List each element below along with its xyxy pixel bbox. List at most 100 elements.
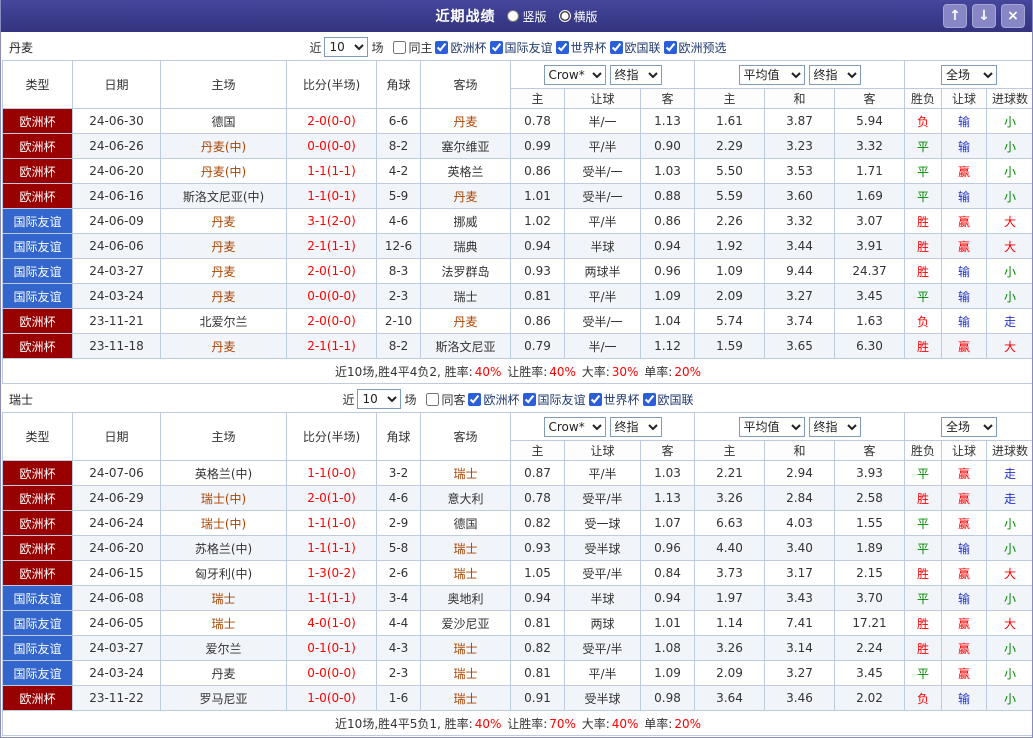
match-score: 1-0(0-0) [286, 685, 377, 711]
avg-home-odds: 1.92 [694, 233, 765, 259]
result-win-draw-loss: 平 [904, 460, 943, 486]
competition-checkbox-3[interactable]: 欧国联 [609, 39, 661, 56]
summary-percent: 70% [549, 716, 576, 731]
handicap-line: 受半/一 [564, 158, 641, 184]
close-button[interactable]: × [1001, 4, 1025, 28]
avg-away-odds: 1.89 [833, 535, 906, 561]
handicap-line: 受一球 [564, 510, 641, 536]
avg-company-select[interactable]: 平均值 [738, 64, 805, 85]
vertical-layout-radio[interactable] [507, 10, 520, 22]
result-goals: 大 [986, 333, 1032, 359]
handicap-away-odds: 0.90 [640, 133, 695, 159]
odds-time-select[interactable]: 终指 [609, 64, 662, 85]
competition-badge: 欧洲杯 [2, 333, 73, 359]
competition-checkbox-0-input[interactable] [468, 392, 482, 406]
competition-checkbox-0-input[interactable] [435, 40, 449, 54]
avg-home-odds: 3.26 [694, 635, 765, 661]
competition-checkbox-3[interactable]: 欧国联 [642, 391, 694, 408]
avg-time-select[interactable]: 终指 [808, 64, 861, 85]
fulltime-select[interactable]: 全场 [941, 64, 998, 85]
avg-home-odds: 3.26 [694, 485, 765, 511]
corner-score: 3-2 [376, 460, 421, 486]
result-win-draw-loss: 平 [904, 183, 943, 209]
layout-option-horizontal[interactable]: 横版 [558, 8, 598, 25]
odds-company-select[interactable]: Crow* [543, 416, 606, 437]
fulltime-select[interactable]: 全场 [941, 416, 998, 437]
score-text: 2-0(1-0) [307, 491, 356, 505]
competition-checkbox-4-input[interactable] [663, 40, 677, 54]
competition-checkbox-1-input[interactable] [489, 40, 503, 54]
same-venue-checkbox[interactable]: 同客 [426, 391, 465, 408]
home-team: 丹麦 [160, 660, 287, 686]
avg-company-select[interactable]: 平均值 [738, 416, 805, 437]
competition-checkbox-2[interactable]: 世界杯 [588, 391, 640, 408]
result-handicap: 输 [941, 133, 988, 159]
away-team: 德国 [420, 510, 511, 536]
summary-percent: 40% [549, 364, 576, 379]
corner-score: 4-3 [376, 635, 421, 661]
competition-checkbox-3-input[interactable] [642, 392, 656, 406]
same-venue-checkbox-label: 同主 [408, 40, 433, 55]
handicap-home-odds: 0.93 [510, 258, 565, 284]
result-win-draw-loss: 负 [904, 685, 943, 711]
competition-checkbox-1[interactable]: 国际友谊 [522, 391, 586, 408]
match-row: 欧洲杯 23-11-22 罗马尼亚 1-0(0-0) 1-6 瑞士 0.91 受半球 0.98 3… [2, 685, 1032, 711]
horizontal-layout-radio[interactable] [558, 10, 571, 22]
competition-badge: 欧洲杯 [2, 133, 73, 159]
match-score: 1-1(0-1) [286, 183, 377, 209]
avg-away-odds: 17.21 [833, 610, 906, 636]
result-goals: 大 [986, 233, 1032, 259]
competition-checkbox-2-input[interactable] [588, 392, 602, 406]
score-text: 0-0(0-0) [307, 139, 356, 153]
competition-checkbox-1-input[interactable] [522, 392, 536, 406]
away-team: 瑞士 [420, 635, 511, 661]
move-up-button[interactable]: ↑ [943, 4, 967, 28]
handicap-line: 受平/半 [564, 485, 641, 511]
avg-draw-odds: 3.17 [764, 560, 835, 586]
competition-checkbox-1[interactable]: 国际友谊 [489, 39, 553, 56]
result-goals: 小 [986, 283, 1032, 309]
score-text: 2-1(1-1) [307, 339, 356, 353]
match-score: 3-1(2-0) [286, 208, 377, 234]
competition-checkbox-0[interactable]: 欧洲杯 [468, 391, 520, 408]
col-header-home: 主场 [160, 60, 287, 109]
avg-home-odds: 2.21 [694, 460, 765, 486]
home-team: 丹麦 [160, 208, 287, 234]
competition-checkbox-2[interactable]: 世界杯 [555, 39, 607, 56]
corner-score: 4-2 [376, 158, 421, 184]
competition-checkbox-0[interactable]: 欧洲杯 [435, 39, 487, 56]
summary-percent: 40% [474, 716, 502, 731]
handicap-line: 半球 [564, 585, 641, 611]
match-count-select[interactable]: 10 [324, 37, 369, 57]
competition-checkbox-2-input[interactable] [555, 40, 569, 54]
match-row: 欧洲杯 24-06-16 斯洛文尼亚(中) 1-1(0-1) 5-9 丹麦 1.01 受半/一… [2, 183, 1032, 209]
sub-header-4: 和 [764, 88, 835, 109]
match-row: 国际友谊 24-06-06 丹麦 2-1(1-1) 12-6 瑞典 0.94 半球 0.94 1.… [2, 233, 1032, 259]
col-header-score: 比分(半场) [286, 60, 377, 109]
match-date: 24-06-05 [72, 610, 161, 636]
competition-checkbox-2-label: 世界杯 [603, 392, 640, 407]
layout-option-vertical[interactable]: 竖版 [507, 8, 547, 25]
competition-badge: 国际友谊 [2, 258, 73, 284]
competition-checkbox-2-label: 世界杯 [570, 40, 607, 55]
handicap-away-odds: 1.07 [640, 510, 695, 536]
odds-time-select[interactable]: 终指 [609, 416, 662, 437]
result-goals: 小 [986, 108, 1032, 134]
score-text: 0-1(0-1) [307, 641, 356, 655]
score-text: 3-1(2-0) [307, 214, 356, 228]
same-venue-checkbox[interactable]: 同主 [393, 39, 432, 56]
handicap-home-odds: 0.81 [510, 283, 565, 309]
same-venue-checkbox-input[interactable] [426, 392, 440, 406]
handicap-home-odds: 1.02 [510, 208, 565, 234]
move-down-button[interactable]: ↓ [972, 4, 996, 28]
odds-company-select[interactable]: Crow* [543, 64, 606, 85]
handicap-away-odds: 0.96 [640, 535, 695, 561]
avg-away-odds: 3.93 [833, 460, 906, 486]
competition-checkbox-4[interactable]: 欧洲预选 [663, 39, 727, 56]
avg-time-select[interactable]: 终指 [808, 416, 861, 437]
competition-checkbox-3-input[interactable] [609, 40, 623, 54]
summary-label: 大率: [577, 364, 610, 379]
same-venue-checkbox-input[interactable] [393, 40, 407, 54]
match-count-select[interactable]: 10 [357, 389, 402, 409]
result-handicap: 赢 [941, 233, 988, 259]
